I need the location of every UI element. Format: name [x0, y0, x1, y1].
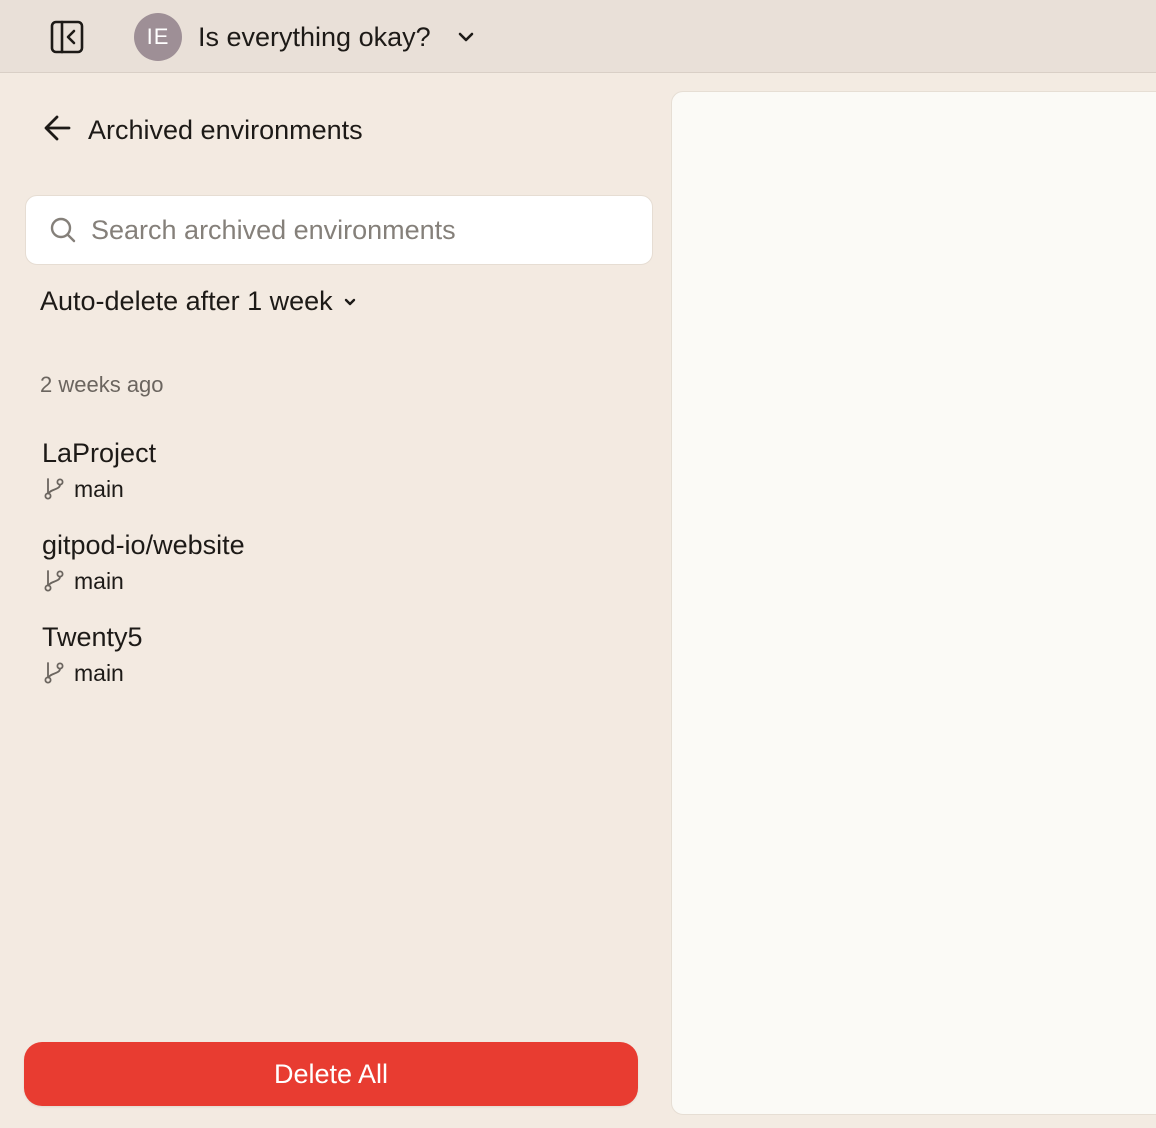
auto-delete-dropdown[interactable]: Auto-delete after 1 week: [40, 286, 357, 317]
git-branch-icon: [42, 477, 66, 501]
org-name: Is everything okay?: [198, 21, 431, 52]
avatar: IE: [134, 13, 182, 61]
environment-name: LaProject: [42, 438, 157, 468]
environment-name: Twenty5: [42, 622, 143, 652]
top-bar: IE Is everything okay?: [0, 0, 1156, 73]
page-title: Archived environments: [88, 115, 363, 145]
delete-all-button[interactable]: Delete All: [24, 1042, 638, 1106]
environment-list: LaProject main gitpod-io/website main Tw…: [42, 434, 642, 710]
environment-detail-panel: [671, 91, 1156, 1115]
branch-name: main: [74, 567, 124, 594]
list-item[interactable]: LaProject main: [42, 434, 642, 526]
list-item[interactable]: gitpod-io/website main: [42, 526, 642, 618]
environment-name: gitpod-io/website: [42, 530, 245, 560]
archived-environments-panel: Archived environments Auto-delete after …: [0, 74, 670, 1128]
environment-branch: main: [42, 656, 642, 690]
git-branch-icon: [42, 661, 66, 685]
arrow-left-icon: [42, 112, 74, 149]
auto-delete-label: Auto-delete after 1 week: [40, 286, 333, 316]
environment-branch: main: [42, 564, 642, 598]
chevron-down-icon: [457, 31, 475, 43]
search-input[interactable]: [89, 213, 633, 247]
sidebar-collapse-icon: [49, 19, 85, 60]
chevron-down-icon: [343, 297, 357, 307]
sidebar-toggle-button[interactable]: [46, 18, 88, 60]
environment-branch: main: [42, 472, 642, 506]
search-icon: [49, 216, 77, 244]
back-button[interactable]: Archived environments: [42, 112, 363, 149]
git-branch-icon: [42, 569, 66, 593]
list-item[interactable]: Twenty5 main: [42, 618, 642, 710]
group-label: 2 weeks ago: [40, 372, 164, 397]
search-box[interactable]: [25, 195, 653, 265]
org-switcher[interactable]: IE Is everything okay?: [134, 13, 475, 61]
branch-name: main: [74, 475, 124, 502]
branch-name: main: [74, 659, 124, 686]
